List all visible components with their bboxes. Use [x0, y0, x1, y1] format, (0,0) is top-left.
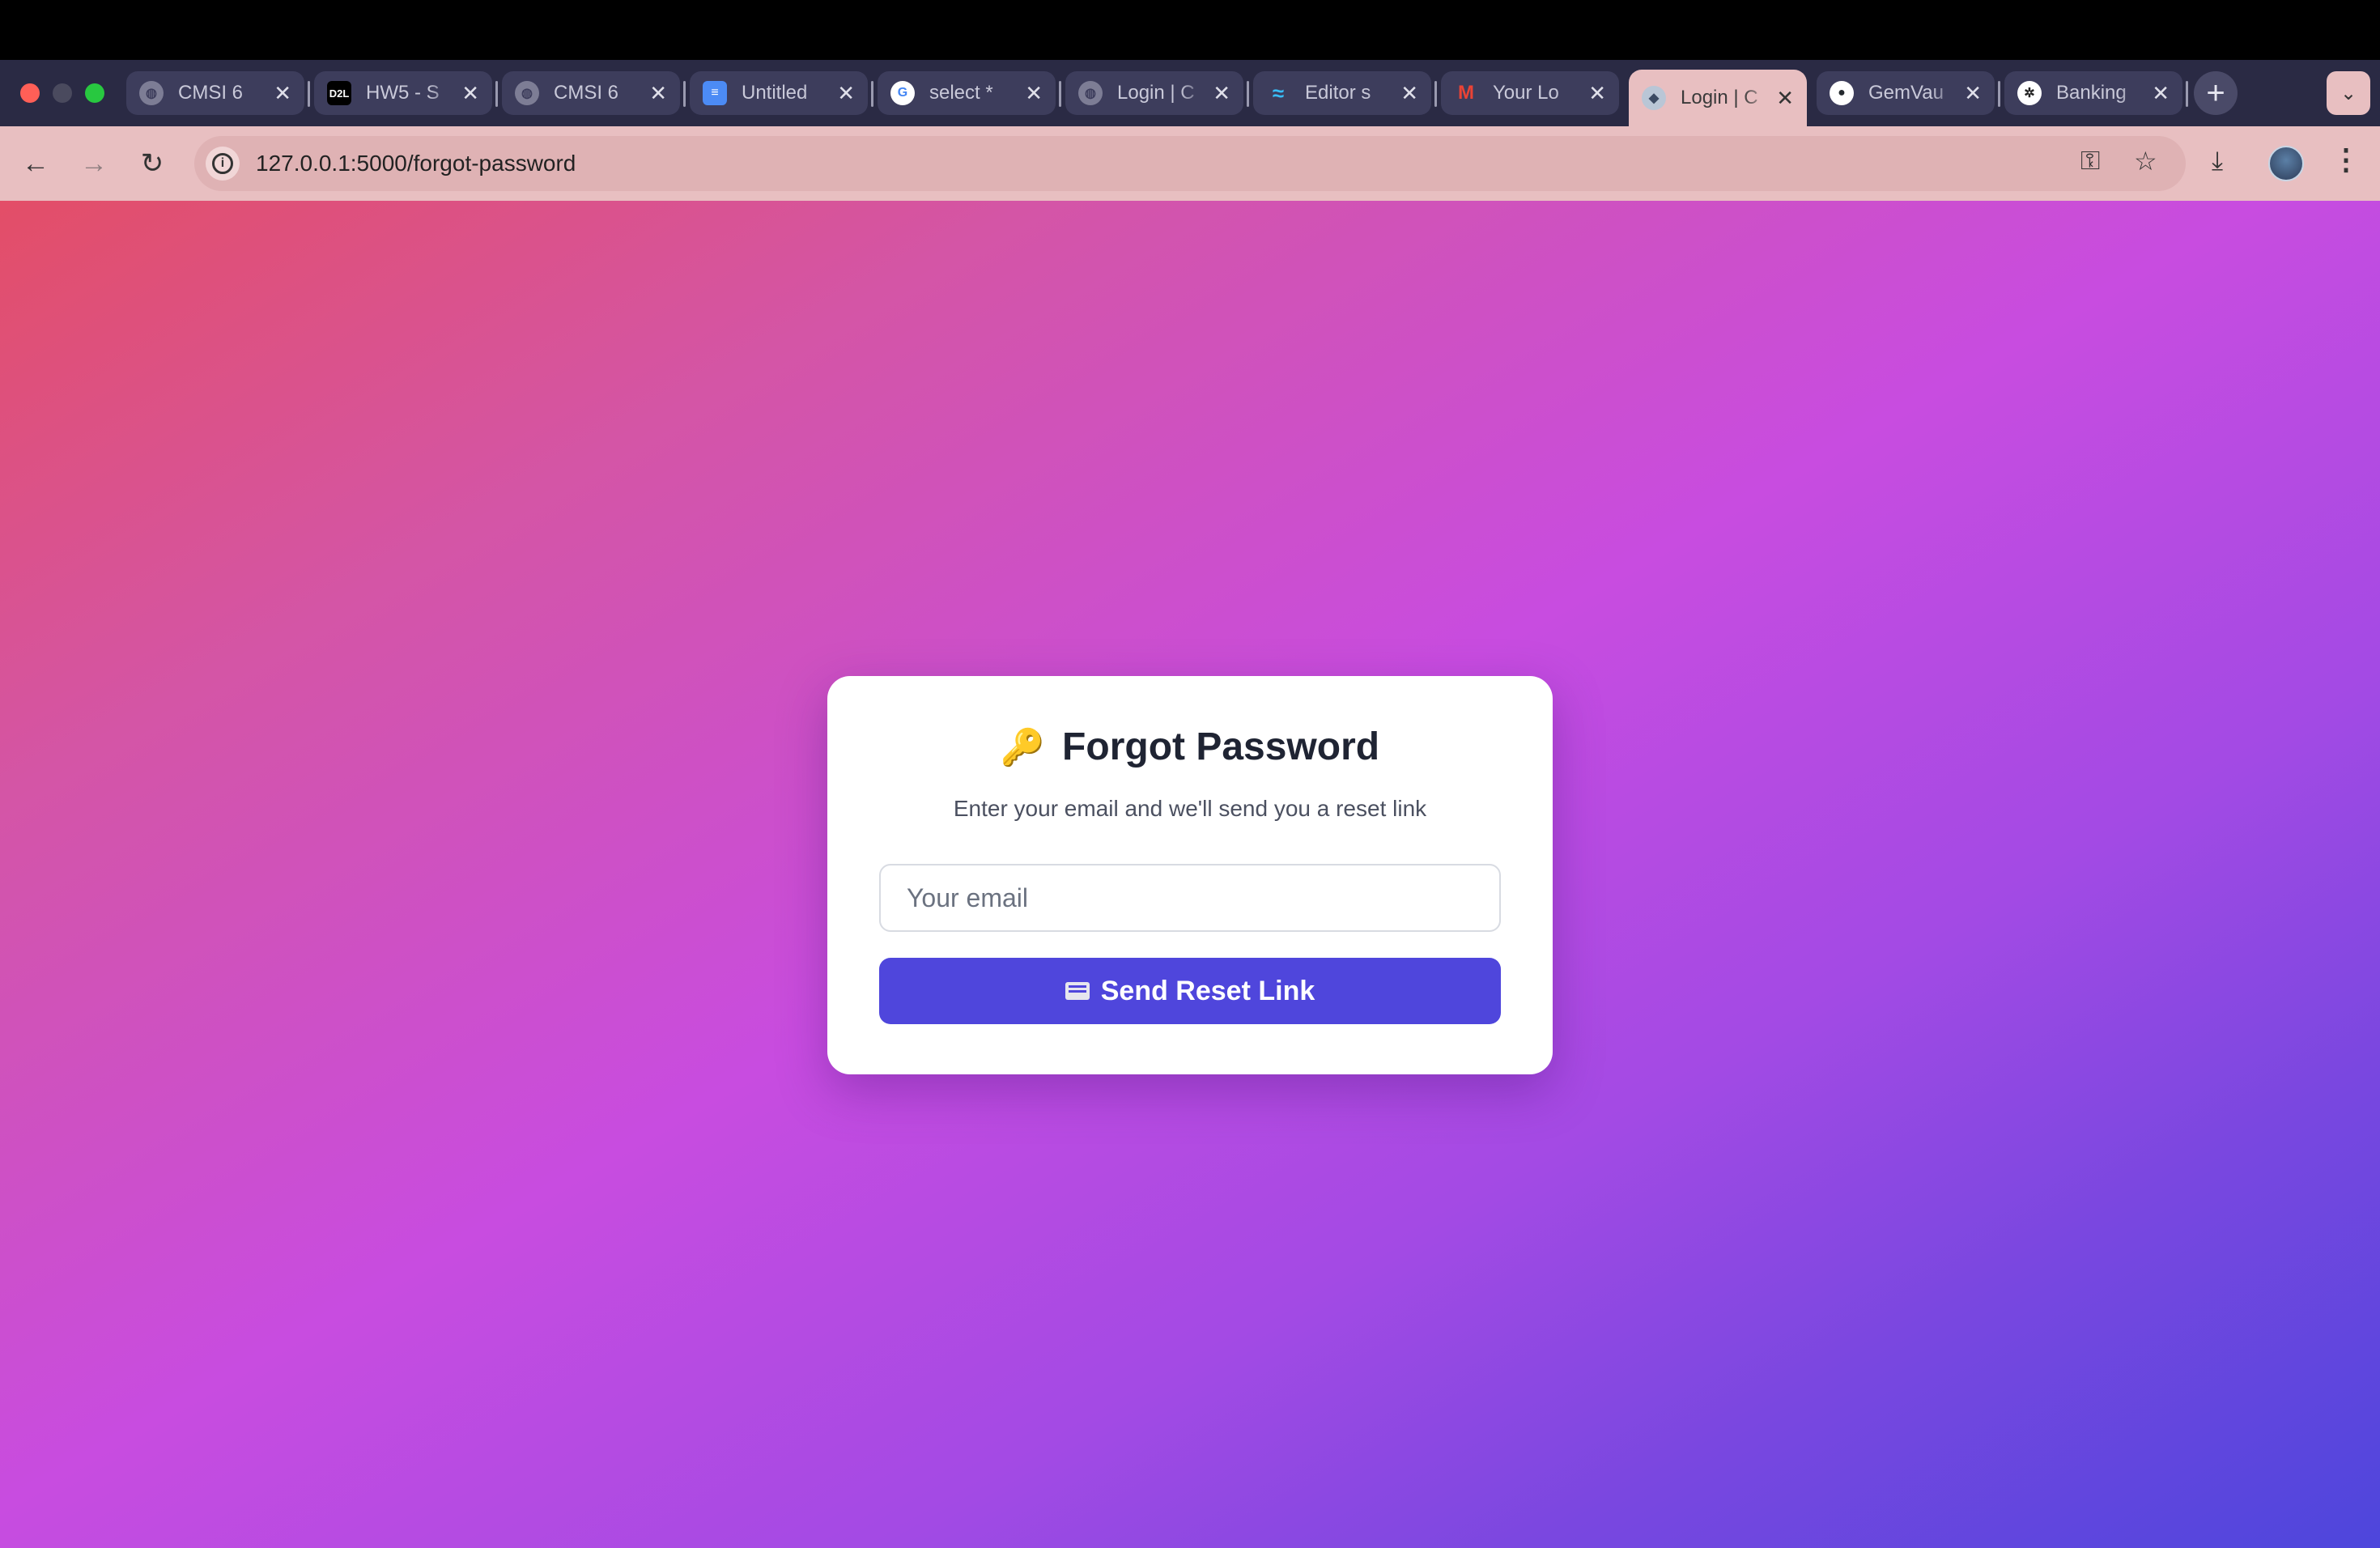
tab-separator — [1434, 81, 1437, 107]
tab-close-icon[interactable]: ✕ — [461, 81, 479, 106]
tab-title: Untitled — [742, 82, 808, 104]
tab-title: CMSI 6 — [178, 82, 244, 104]
github-icon: ● — [1830, 81, 1854, 105]
browser-tab[interactable]: M Your Lo ✕ — [1441, 71, 1619, 115]
download-icon[interactable]: ⤓ — [2212, 146, 2223, 176]
tab-close-icon[interactable]: ✕ — [1588, 81, 1606, 106]
tab-separator — [1059, 81, 1061, 107]
chevron-down-icon: ⌄ — [2340, 82, 2357, 104]
docs-icon: ≡ — [703, 81, 727, 105]
new-tab-button[interactable]: + — [2194, 71, 2238, 115]
tab-close-icon[interactable]: ✕ — [1213, 81, 1230, 106]
tab-title: Your Lo — [1493, 82, 1559, 104]
reload-icon: ↻ — [140, 148, 164, 179]
site-info-button[interactable]: i — [206, 147, 240, 181]
tab-title: CMSI 6 — [554, 82, 619, 104]
browser-tab-active[interactable]: ◆ Login | C ✕ — [1629, 70, 1807, 126]
envelope-icon — [1065, 982, 1090, 1000]
window-close-button[interactable] — [20, 83, 40, 103]
forgot-password-card: 🔑 Forgot Password Enter your email and w… — [827, 676, 1553, 1074]
gmail-icon: M — [1458, 82, 1474, 104]
tab-close-icon[interactable]: ✕ — [1400, 81, 1418, 106]
avatar[interactable] — [2268, 146, 2304, 181]
globe-icon: ◍ — [1078, 81, 1103, 105]
button-label: Send Reset Link — [1100, 975, 1315, 1006]
menu-kebab-icon[interactable]: ⋮ — [2331, 142, 2361, 176]
arrow-left-icon: ← — [22, 147, 49, 179]
tab-title: select * — [929, 82, 993, 104]
reload-button[interactable]: ↻ — [131, 142, 173, 185]
browser-tab[interactable]: ≡ Untitled ✕ — [690, 71, 868, 115]
info-icon: i — [212, 153, 233, 174]
tab-close-icon[interactable]: ✕ — [1964, 81, 1982, 106]
tab-title: Banking — [2056, 82, 2127, 104]
back-button[interactable]: ← — [15, 142, 57, 185]
address-bar[interactable]: i 127.0.0.1:5000/forgot-password — [194, 136, 2186, 191]
browser-tab[interactable]: ● GemVau ✕ — [1817, 71, 1995, 115]
browser-tab[interactable]: ◍ CMSI 6 ✕ — [502, 71, 680, 115]
url-text[interactable]: 127.0.0.1:5000/forgot-password — [256, 151, 576, 176]
send-reset-link-button[interactable]: Send Reset Link — [879, 958, 1501, 1024]
browser-tab[interactable]: ◍ Login | C ✕ — [1065, 71, 1243, 115]
tab-separator — [308, 81, 310, 107]
key-icon: 🔑 — [1000, 728, 1045, 768]
bookmark-star-icon[interactable]: ☆ — [2134, 146, 2157, 176]
tab-close-icon[interactable]: ✕ — [649, 81, 667, 106]
window-zoom-button[interactable] — [85, 83, 104, 103]
tab-title: GemVau — [1868, 82, 1944, 104]
globe-icon: ◍ — [515, 81, 539, 105]
browser-tab[interactable]: D2L HW5 - S ✕ — [314, 71, 492, 115]
window-minimize-button[interactable] — [53, 83, 72, 103]
email-field[interactable] — [879, 864, 1501, 932]
page-title: 🔑 Forgot Password — [827, 725, 1553, 769]
browser-tab[interactable]: G select * ✕ — [878, 71, 1056, 115]
tab-title: HW5 - S — [366, 82, 440, 104]
browser-tab[interactable]: ≈ Editor s ✕ — [1253, 71, 1431, 115]
tab-close-icon[interactable]: ✕ — [274, 81, 291, 106]
tab-separator — [1247, 81, 1249, 107]
google-icon: G — [890, 81, 915, 105]
tab-close-icon[interactable]: ✕ — [1025, 81, 1043, 106]
app-icon: ◆ — [1642, 86, 1666, 110]
page-title-text: Forgot Password — [1062, 725, 1380, 768]
tab-title: Editor s — [1305, 82, 1371, 104]
browser-tab[interactable]: ◍ CMSI 6 ✕ — [126, 71, 304, 115]
tab-title: Login | C — [1681, 87, 1758, 108]
openai-icon: ✲ — [2017, 81, 2042, 105]
browser-tab[interactable]: ✲ Banking ✕ — [2004, 71, 2182, 115]
d2l-icon: D2L — [327, 81, 351, 105]
password-key-icon[interactable]: ⚿ — [2080, 146, 2100, 176]
tab-separator — [495, 81, 498, 107]
tailwind-icon: ≈ — [1272, 80, 1285, 105]
forward-button[interactable]: → — [73, 142, 115, 185]
tab-separator — [1998, 81, 2000, 107]
tab-title: Login | C — [1117, 82, 1195, 104]
tab-separator — [871, 81, 873, 107]
page-subtitle: Enter your email and we'll send you a re… — [953, 796, 1427, 821]
tab-separator — [2186, 81, 2188, 107]
tab-close-icon[interactable]: ✕ — [837, 81, 855, 106]
globe-icon: ◍ — [139, 81, 164, 105]
tab-separator — [683, 81, 686, 107]
system-top-bar — [0, 0, 2380, 60]
tab-search-button[interactable]: ⌄ — [2327, 71, 2370, 115]
tab-close-icon[interactable]: ✕ — [1776, 86, 1794, 111]
arrow-right-icon: → — [80, 147, 108, 179]
tab-close-icon[interactable]: ✕ — [2152, 81, 2170, 106]
